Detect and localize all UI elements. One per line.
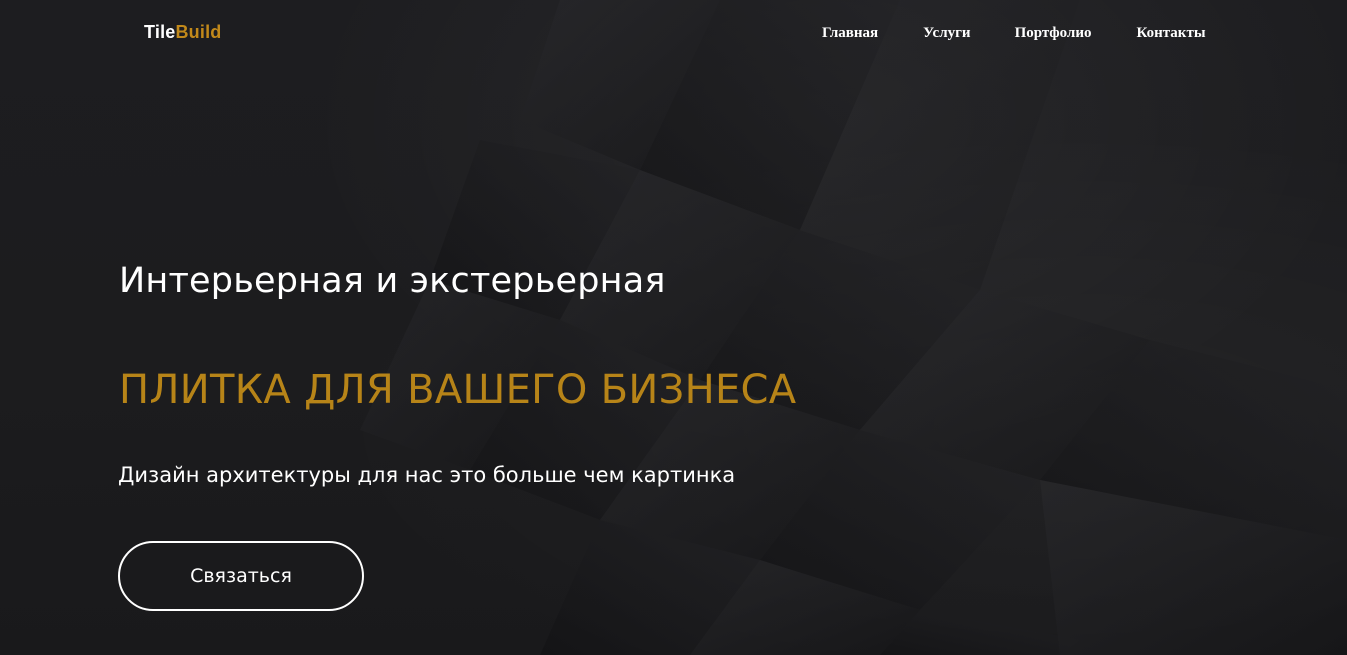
top-navigation-bar: TileBuild Главная Услуги Портфолио Конта…	[0, 0, 1347, 70]
nav-link-portfolio[interactable]: Портфолио	[1015, 25, 1092, 42]
contact-button[interactable]: Связаться	[118, 541, 364, 611]
nav-link-home[interactable]: Главная	[822, 25, 878, 42]
hero-tagline: Дизайн архитектуры для нас это больше че…	[118, 463, 736, 487]
logo-text-build: Build	[175, 22, 222, 42]
logo-text-tile: Tile	[144, 22, 176, 42]
main-nav: Главная Услуги Портфолио Контакты	[822, 25, 1206, 42]
hero-headline: Интерьерная и экстерьерная	[119, 261, 666, 301]
logo-link[interactable]: TileBuild	[144, 22, 221, 43]
hero-section: TileBuild Главная Услуги Портфолио Конта…	[0, 0, 1347, 655]
hero-subheadline: ПЛИТКА ДЛЯ ВАШЕГО БИЗНЕСА	[119, 367, 797, 413]
nav-link-services[interactable]: Услуги	[923, 25, 970, 42]
nav-link-contacts[interactable]: Контакты	[1136, 25, 1205, 42]
